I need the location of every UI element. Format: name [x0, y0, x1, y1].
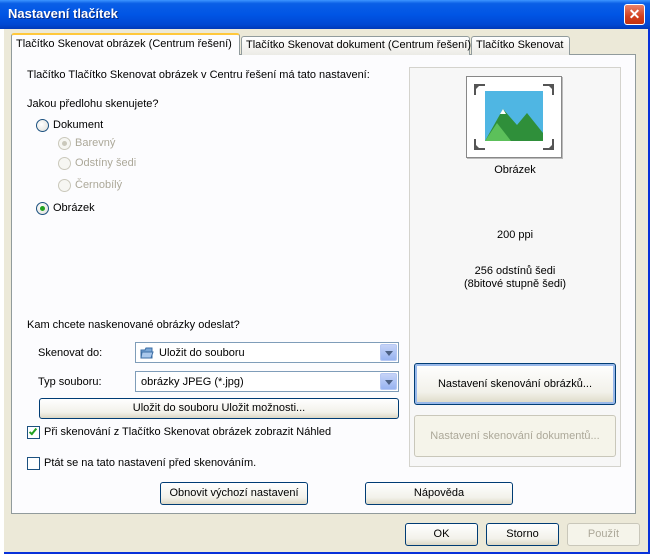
tab-scan-image[interactable]: Tlačítko Skenovat obrázek (Centrum řešen… — [11, 33, 240, 55]
chevron-down-icon[interactable] — [380, 344, 397, 361]
file-type-value: obrázky JPEG (*.jpg) — [141, 376, 244, 388]
file-type-label: Typ souboru: — [38, 376, 102, 388]
radio-bw[interactable] — [58, 179, 71, 192]
radio-grayscale[interactable] — [58, 157, 71, 170]
intro-text: Tlačítko Tlačítko Skenovat obrázek v Cen… — [27, 69, 370, 81]
help-button[interactable]: Nápověda — [365, 482, 513, 505]
preview-resolution: 200 ppi — [496, 229, 534, 241]
radio-grayscale-label: Odstíny šedi — [75, 157, 137, 169]
save-options-button[interactable]: Uložit do souboru Uložit možnosti... — [39, 398, 399, 419]
document-scan-settings-button[interactable]: Nastavení skenování dokumentů... — [414, 415, 616, 457]
left-edge — [0, 29, 4, 554]
radio-document[interactable] — [36, 119, 49, 132]
radio-picture-label: Obrázek — [53, 202, 95, 214]
picture-thumbnail — [466, 76, 562, 158]
window-title: Nastavení tlačítek — [8, 6, 118, 21]
chevron-down-icon[interactable] — [380, 373, 397, 390]
restore-defaults-button[interactable]: Obnovit výchozí nastavení — [160, 482, 308, 505]
scan-to-select[interactable]: Uložit do souboru — [135, 342, 399, 363]
destination-question: Kam chcete naskenované obrázky odeslat? — [27, 319, 240, 331]
cancel-button[interactable]: Storno — [486, 523, 559, 546]
ok-button[interactable]: OK — [405, 523, 478, 546]
picture-icon — [468, 78, 560, 156]
scan-to-label: Skenovat do: — [38, 347, 103, 359]
scan-to-value: Uložit do souboru — [159, 347, 245, 359]
ask-settings-label: Ptát se na tato nastavení před skenování… — [44, 457, 257, 469]
tab-scan[interactable]: Tlačítko Skenovat — [471, 36, 570, 55]
radio-color[interactable] — [58, 137, 71, 150]
show-preview-checkbox[interactable] — [27, 426, 40, 439]
preview-color-depth: 256 odstínů šedi — [474, 265, 556, 277]
radio-color-label: Barevný — [75, 137, 116, 149]
preview-color-detail: (8bitové stupně šedi) — [463, 278, 567, 290]
source-question: Jakou předlohu skenujete? — [27, 98, 159, 110]
radio-document-label: Dokument — [53, 119, 104, 131]
ask-settings-checkbox[interactable] — [27, 457, 40, 470]
title-bar[interactable]: Nastavení tlačítek ✕ — [0, 0, 650, 29]
tab-scan-document[interactable]: Tlačítko Skenovat dokument (Centrum řeše… — [241, 36, 471, 55]
radio-picture[interactable] — [36, 202, 49, 215]
folder-icon — [140, 347, 154, 359]
image-scan-settings-button[interactable]: Nastavení skenování obrázků... — [414, 363, 616, 405]
preview-type-label: Obrázek — [494, 164, 536, 176]
file-type-select[interactable]: obrázky JPEG (*.jpg) — [135, 371, 399, 392]
apply-button[interactable]: Použít — [567, 523, 640, 546]
close-button[interactable]: ✕ — [624, 4, 645, 25]
show-preview-label: Při skenování z Tlačítko Skenovat obráze… — [44, 426, 332, 438]
radio-bw-label: Černobílý — [75, 179, 123, 191]
